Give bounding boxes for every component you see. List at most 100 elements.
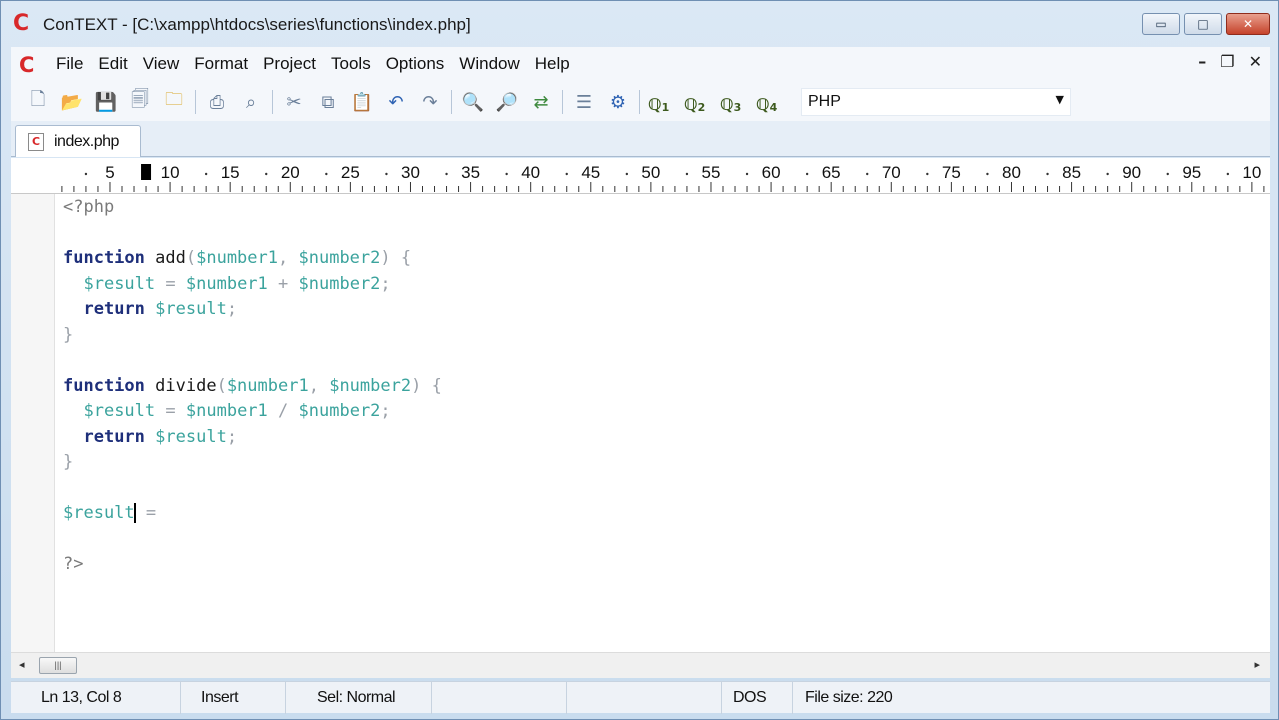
- scroll-left-icon[interactable]: ◂: [19, 658, 25, 671]
- ruler-label: 85: [1062, 163, 1081, 182]
- document-options-icon[interactable]: ☰: [571, 90, 597, 114]
- ruler-dot: [445, 172, 448, 176]
- app-window: C ConTEXT - [C:\xampp\htdocs\series\func…: [0, 0, 1279, 720]
- code-line[interactable]: $result = $number1 + $number2;: [63, 272, 442, 298]
- save-all-icon[interactable]: 🗐: [127, 89, 153, 114]
- scrollbar-thumb[interactable]: |||: [39, 657, 77, 674]
- user-command-2-icon[interactable]: ℚ2: [684, 90, 714, 114]
- code-editor[interactable]: <?php function add($number1, $number2) { …: [11, 194, 1270, 652]
- code-line[interactable]: function divide($number1, $number2) {: [63, 374, 442, 400]
- ruler-dot: [1226, 172, 1230, 176]
- user-command-3-icon[interactable]: ℚ3: [720, 90, 750, 114]
- ruler-dot: [1106, 172, 1109, 176]
- status-empty-1: [432, 682, 567, 714]
- title-bar[interactable]: C ConTEXT - [C:\xampp\htdocs\series\func…: [1, 1, 1278, 43]
- code-area[interactable]: <?php function add($number1, $number2) { …: [63, 195, 442, 578]
- ruler-dot: [625, 172, 629, 176]
- code-line[interactable]: [63, 221, 442, 247]
- status-empty-2: [567, 682, 722, 714]
- code-line[interactable]: [63, 348, 442, 374]
- mdi-restore-button[interactable]: ❐: [1220, 52, 1234, 71]
- code-line[interactable]: }: [63, 450, 442, 476]
- ruler-label: 10: [161, 163, 180, 182]
- paste-icon[interactable]: 📋: [349, 90, 375, 114]
- toolbar-icons: 🗋 📂 💾 🗐 🗀 ⎙ ⌕ ✂ ⧉ 📋 ↶ ↷ 🔍 🔎 ⇄ ☰ ⚙ ℚ1 ℚ2 …: [25, 89, 792, 114]
- find-next-icon[interactable]: 🔎: [494, 90, 520, 114]
- toolbar-separator: [451, 90, 452, 114]
- code-line[interactable]: [63, 476, 442, 502]
- user-command-1-label: 1: [661, 101, 670, 114]
- status-selection: Sel: Normal: [307, 682, 432, 714]
- ruler-dot: [745, 172, 749, 176]
- menu-edit[interactable]: Edit: [98, 54, 127, 74]
- document-menu-icon[interactable]: C: [19, 53, 41, 77]
- code-line[interactable]: $result =: [63, 501, 442, 527]
- menu-tools[interactable]: Tools: [331, 54, 371, 74]
- print-icon[interactable]: ⎙: [204, 90, 230, 114]
- replace-icon[interactable]: ⇄: [528, 90, 554, 114]
- minimize-button[interactable]: ▭: [1142, 13, 1180, 35]
- new-file-icon[interactable]: 🗋: [25, 89, 51, 114]
- ruler-label: 45: [581, 163, 600, 182]
- ruler-label: 5: [105, 163, 114, 182]
- ruler-dot: [866, 172, 869, 176]
- language-select-value: PHP: [808, 93, 841, 110]
- print-preview-icon[interactable]: ⌕: [238, 90, 264, 114]
- code-line[interactable]: return $result;: [63, 425, 442, 451]
- ruler-dot: [1166, 172, 1169, 176]
- code-line[interactable]: <?php: [63, 195, 442, 221]
- code-line[interactable]: $result = $number1 / $number2;: [63, 399, 442, 425]
- chevron-down-icon: ▼: [1055, 93, 1064, 106]
- menu-items: File Edit View Format Project Tools Opti…: [56, 54, 585, 74]
- tab-bar: C index.php: [11, 121, 1270, 157]
- ruler-graphic: 5 10 15 20 25 30 35 40 45 50 55 60 65 70 75 80 85 90 95 10: [61, 163, 1265, 192]
- toolbar-separator: [639, 90, 640, 114]
- cut-icon[interactable]: ✂: [281, 90, 307, 114]
- mdi-minimize-button[interactable]: –: [1198, 52, 1206, 71]
- ruler-label: 75: [942, 163, 961, 182]
- status-file-size: File size: 220: [805, 689, 893, 706]
- code-line[interactable]: [63, 527, 442, 553]
- menu-window[interactable]: Window: [459, 54, 519, 74]
- find-icon[interactable]: 🔍: [460, 90, 486, 114]
- user-command-4-icon[interactable]: ℚ4: [756, 90, 786, 114]
- code-line[interactable]: return $result;: [63, 297, 442, 323]
- code-line[interactable]: function add($number1, $number2) {: [63, 246, 442, 272]
- menu-options[interactable]: Options: [386, 54, 445, 74]
- ruler-label: 20: [281, 163, 300, 182]
- code-line[interactable]: }: [63, 323, 442, 349]
- close-button[interactable]: ✕: [1226, 13, 1270, 35]
- horizontal-scrollbar[interactable]: ◂ ||| ▸: [11, 652, 1270, 678]
- undo-icon[interactable]: ↶: [383, 90, 409, 114]
- ruler-label: 10: [1242, 163, 1261, 182]
- user-command-1-icon[interactable]: ℚ1: [648, 90, 678, 114]
- ruler-dot: [565, 172, 568, 176]
- open-file-icon[interactable]: 📂: [59, 90, 85, 114]
- ruler-dot: [265, 172, 268, 176]
- scroll-right-icon[interactable]: ▸: [1254, 658, 1260, 671]
- ruler-label: 50: [641, 163, 660, 182]
- menu-view[interactable]: View: [143, 54, 180, 74]
- tab-index-php[interactable]: C index.php: [15, 125, 141, 157]
- ruler-dot: [926, 172, 929, 176]
- ruler-dot: [325, 172, 328, 176]
- language-select[interactable]: PHP ▼: [801, 88, 1071, 116]
- ruler-label: 40: [521, 163, 540, 182]
- menu-help[interactable]: Help: [535, 54, 570, 74]
- menu-format[interactable]: Format: [194, 54, 248, 74]
- menu-project[interactable]: Project: [263, 54, 316, 74]
- redo-icon[interactable]: ↷: [417, 90, 443, 114]
- ruler-label: 25: [341, 163, 360, 182]
- code-line[interactable]: ?>: [63, 552, 442, 578]
- mdi-close-button[interactable]: ✕: [1249, 52, 1262, 71]
- settings-icon[interactable]: ⚙: [605, 90, 631, 114]
- save-icon[interactable]: 💾: [93, 90, 119, 114]
- open-folder-icon[interactable]: 🗀: [161, 89, 187, 114]
- copy-icon[interactable]: ⧉: [315, 90, 341, 114]
- menu-file[interactable]: File: [56, 54, 83, 74]
- maximize-button[interactable]: □: [1184, 13, 1222, 35]
- text-cursor: [133, 503, 136, 523]
- ruler-label: 65: [822, 163, 841, 182]
- ruler-dot: [1046, 172, 1049, 176]
- ruler-label: 55: [702, 163, 721, 182]
